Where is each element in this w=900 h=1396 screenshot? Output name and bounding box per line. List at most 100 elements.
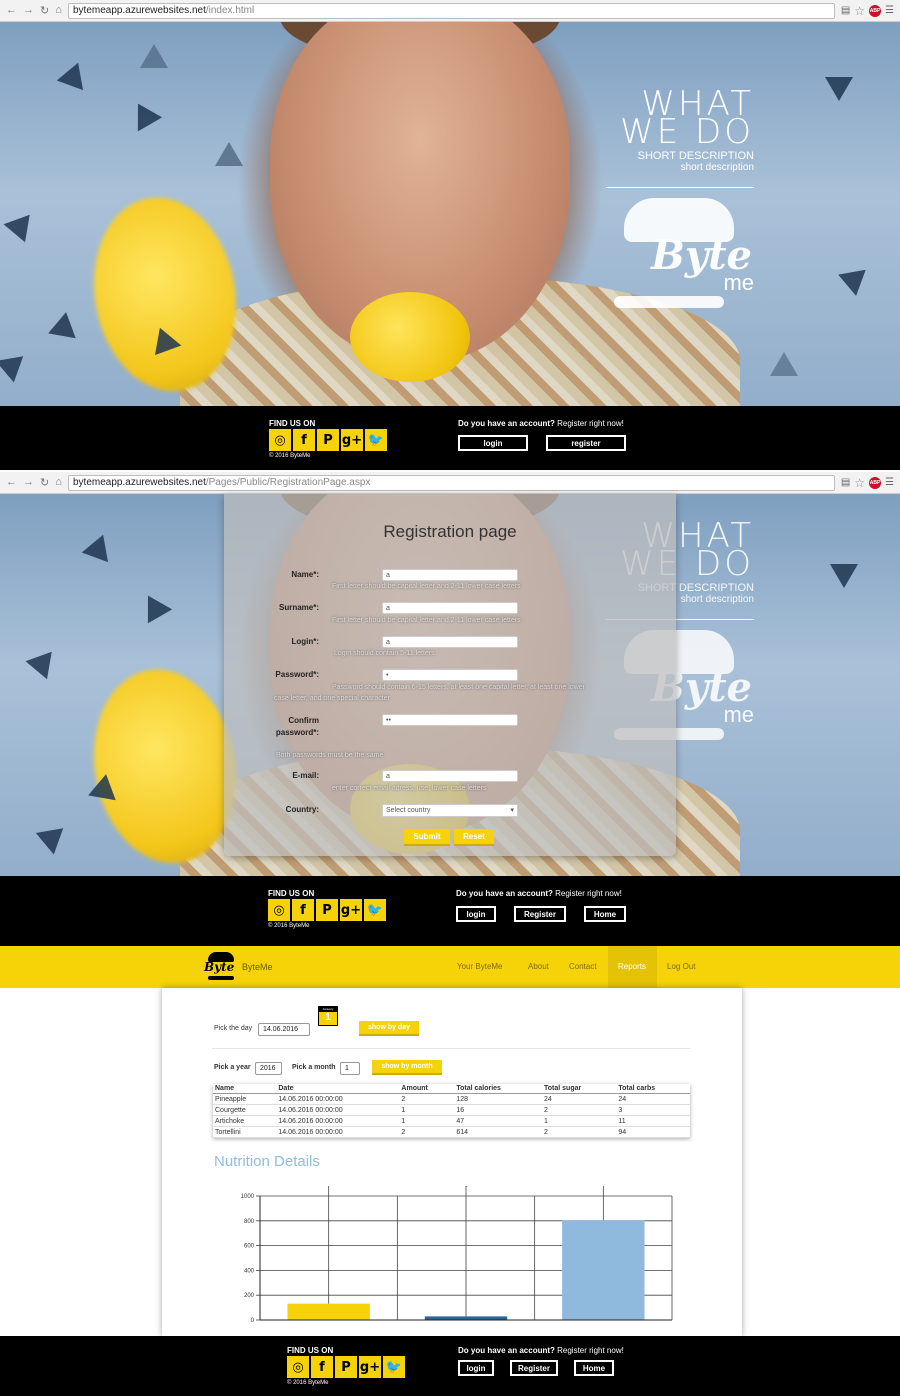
- forward-icon[interactable]: →: [23, 4, 34, 17]
- reload-icon[interactable]: ↻: [40, 476, 49, 489]
- y-tick-label: 800: [244, 1219, 255, 1225]
- country-select[interactable]: Select country: [382, 804, 518, 817]
- adblock-icon[interactable]: ABP: [869, 4, 882, 17]
- calendar-icon[interactable]: January 1: [318, 1006, 338, 1026]
- nav-contact[interactable]: Contact: [569, 946, 597, 988]
- register-button[interactable]: Register: [510, 1360, 558, 1376]
- login-button[interactable]: login: [458, 435, 528, 451]
- reports-table: Name Date Amount Total calories Total sugar T…: [213, 1084, 690, 1138]
- confirm-password-field[interactable]: ••: [382, 714, 518, 726]
- triangle-decor: [830, 564, 858, 588]
- translate-icon[interactable]: ▤: [841, 477, 850, 488]
- day-input[interactable]: 14.06.2016: [258, 1023, 310, 1036]
- table-header-cell: Date: [276, 1084, 400, 1094]
- year-select[interactable]: 2016: [255, 1062, 282, 1075]
- nav-reports[interactable]: Reports: [608, 946, 657, 988]
- password-hint-line2: case letter, and one special character: [274, 695, 390, 702]
- register-button[interactable]: Register: [514, 906, 566, 922]
- triangle-decor: [88, 771, 120, 801]
- triangle-decor: [125, 96, 163, 132]
- email-field[interactable]: a: [382, 770, 518, 782]
- reload-icon[interactable]: ↻: [40, 4, 49, 17]
- twitter-icon[interactable]: 🐦: [364, 899, 386, 921]
- account-prompt: Do you have an account? Register right n…: [458, 1346, 624, 1355]
- googleplus-icon[interactable]: g+: [341, 429, 363, 451]
- login-button[interactable]: login: [458, 1360, 494, 1376]
- hero-heading-line2: WE DO: [620, 112, 754, 152]
- social-icons: ◎ f P g+ 🐦: [269, 429, 387, 451]
- show-by-day-button[interactable]: show by day: [359, 1021, 419, 1036]
- surname-hint: First letter should be capital letter an…: [332, 617, 521, 624]
- confirm-label-line2: password*:: [275, 728, 319, 737]
- confirm-password-hint: Both passwords must be the same: [276, 752, 384, 759]
- triangle-decor: [135, 588, 173, 624]
- instagram-icon[interactable]: ◎: [268, 899, 290, 921]
- menu-icon[interactable]: ☰: [885, 477, 894, 488]
- back-icon[interactable]: ←: [6, 4, 17, 17]
- facebook-icon[interactable]: f: [311, 1356, 333, 1378]
- login-button[interactable]: login: [456, 906, 496, 922]
- name-field[interactable]: a: [382, 569, 518, 581]
- submit-button[interactable]: Submit: [404, 829, 450, 846]
- login-field[interactable]: a: [382, 636, 518, 648]
- email-label: E-mail:: [292, 771, 319, 780]
- y-tick-label: 1000: [241, 1194, 255, 1200]
- pinterest-icon[interactable]: P: [317, 429, 339, 451]
- googleplus-icon[interactable]: g+: [359, 1356, 381, 1378]
- instagram-icon[interactable]: ◎: [287, 1356, 309, 1378]
- hero-brand: WHAT WE DO SHORT DESCRIPTION short descr…: [606, 87, 754, 308]
- home-icon[interactable]: ⌂: [55, 4, 62, 17]
- forward-icon[interactable]: →: [23, 476, 34, 489]
- address-bar[interactable]: bytemeapp.azurewebsites.net/Pages/Public…: [68, 474, 835, 491]
- account-question: Do you have an account?: [458, 1346, 555, 1355]
- password-hint: Password should contain 6-15 letters, at…: [332, 684, 585, 691]
- table-row: Artichoke 14.06.2016 00:00:00 1 47 1 11: [213, 1115, 690, 1127]
- month-select[interactable]: 1: [340, 1062, 360, 1075]
- y-tick-label: 600: [244, 1244, 255, 1250]
- navbar-brand[interactable]: ByteMe: [242, 962, 273, 972]
- table-cell: 1: [399, 1115, 455, 1127]
- register-button[interactable]: register: [546, 435, 626, 451]
- nav-your-byteme[interactable]: Your ByteMe: [457, 946, 503, 988]
- triangle-decor: [838, 269, 870, 299]
- pinterest-icon[interactable]: P: [335, 1356, 357, 1378]
- adblock-icon[interactable]: ABP: [869, 476, 882, 489]
- confirm-label-line1: Confirm: [288, 716, 319, 725]
- table-cell: 14.06.2016 00:00:00: [276, 1093, 400, 1105]
- menu-icon[interactable]: ☰: [885, 5, 894, 16]
- home-icon[interactable]: ⌂: [55, 476, 62, 489]
- googleplus-icon[interactable]: g+: [340, 899, 362, 921]
- pick-month-label: Pick a month: [292, 1064, 336, 1071]
- registration-panel: Registration page Name*: a First letter …: [224, 494, 676, 856]
- bookmark-star-icon[interactable]: ☆: [854, 4, 865, 18]
- table-cell: 2: [542, 1104, 617, 1116]
- url-host: bytemeapp.azurewebsites.net: [73, 5, 206, 16]
- back-icon[interactable]: ←: [6, 476, 17, 489]
- password-field[interactable]: •: [382, 669, 518, 681]
- reset-button[interactable]: Reset: [454, 829, 494, 846]
- lemon-image: [350, 292, 470, 382]
- surname-field[interactable]: a: [382, 602, 518, 614]
- bookmark-star-icon[interactable]: ☆: [854, 476, 865, 490]
- table-cell: Pineapple: [213, 1093, 277, 1105]
- nav-about[interactable]: About: [528, 946, 549, 988]
- triangle-decor: [140, 44, 168, 68]
- show-by-month-button[interactable]: show by month: [372, 1060, 442, 1075]
- url-host: bytemeapp.azurewebsites.net: [73, 477, 206, 488]
- instagram-icon[interactable]: ◎: [269, 429, 291, 451]
- twitter-icon[interactable]: 🐦: [365, 429, 387, 451]
- address-bar[interactable]: bytemeapp.azurewebsites.net/index.html: [68, 2, 835, 19]
- home-button[interactable]: Home: [584, 906, 626, 922]
- calendar-day: 1: [325, 1012, 331, 1023]
- account-prompt: Do you have an account? Register right n…: [456, 889, 622, 898]
- pinterest-icon[interactable]: P: [316, 899, 338, 921]
- home-button[interactable]: Home: [574, 1360, 614, 1376]
- nav-logout[interactable]: Log Out: [667, 946, 695, 988]
- logo-text: Byte: [204, 960, 235, 974]
- translate-icon[interactable]: ▤: [841, 5, 850, 16]
- facebook-icon[interactable]: f: [293, 429, 315, 451]
- navbar-logo[interactable]: Byte: [204, 952, 238, 982]
- table-header-cell: Total sugar: [542, 1084, 617, 1094]
- twitter-icon[interactable]: 🐦: [383, 1356, 405, 1378]
- facebook-icon[interactable]: f: [292, 899, 314, 921]
